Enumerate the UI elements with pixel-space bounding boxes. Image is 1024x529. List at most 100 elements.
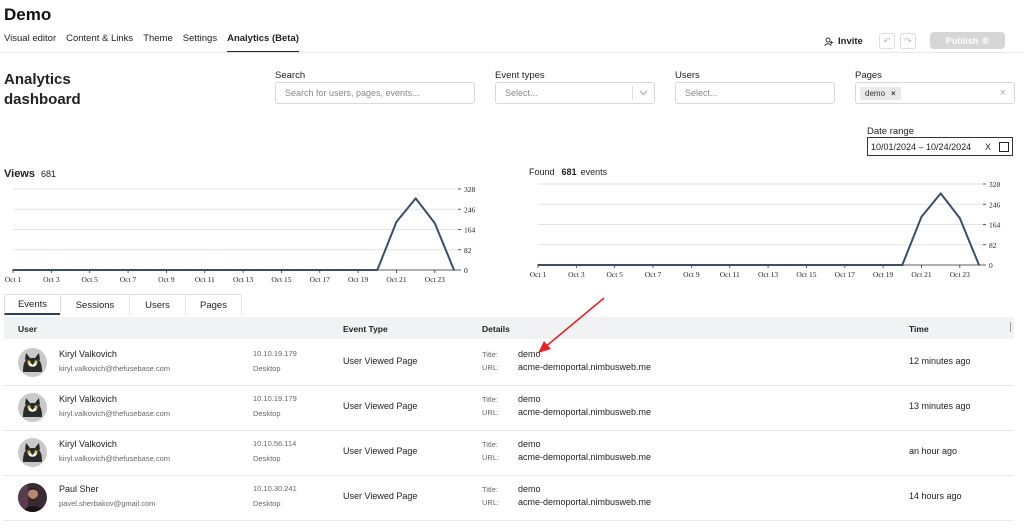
page-url-value[interactable]: acme-demoportal.nimbusweb.me <box>518 452 651 462</box>
x-tick-label: Oct 3 <box>43 275 60 284</box>
title-label: Title: <box>482 350 498 359</box>
data-point <box>786 264 789 266</box>
x-tick-label: Oct 13 <box>758 270 778 279</box>
tab-theme[interactable]: Theme <box>143 33 173 53</box>
data-point <box>824 264 827 266</box>
column-resize-handle[interactable] <box>1010 322 1011 332</box>
users-label: Users <box>675 70 700 81</box>
data-point <box>69 269 72 271</box>
page-url-value[interactable]: acme-demoportal.nimbusweb.me <box>518 407 651 417</box>
data-point <box>920 216 923 218</box>
user-add-icon <box>824 37 833 46</box>
data-point <box>261 269 264 271</box>
date-clear-button[interactable]: X <box>985 142 991 152</box>
date-range-label: Date range <box>867 126 915 137</box>
data-point <box>395 221 398 223</box>
data-point <box>203 269 206 271</box>
page-title-value: demo <box>518 439 541 449</box>
data-point <box>652 264 654 266</box>
ip-address: 10.10.30.241 <box>253 484 297 493</box>
data-point <box>31 269 33 271</box>
invite-label: Invite <box>838 36 863 47</box>
page-url-value[interactable]: acme-demoportal.nimbusweb.me <box>518 362 651 372</box>
data-point <box>556 264 558 266</box>
tab-settings[interactable]: Settings <box>183 33 217 53</box>
avatar-cat-icon <box>18 348 47 377</box>
x-tick-label: Oct 1 <box>530 270 547 279</box>
x-tick-label: Oct 5 <box>606 270 623 279</box>
tab-sessions-label: Sessions <box>75 299 115 311</box>
tab-users[interactable]: Users <box>129 294 186 315</box>
table-row[interactable]: Kiryl Valkovich kiryl.valkovich@thefuseba… <box>4 430 1014 476</box>
x-tick-label: Oct 21 <box>911 270 931 279</box>
data-point <box>299 269 302 271</box>
x-tick-label: Oct 13 <box>233 275 253 284</box>
date-range-input[interactable]: 10/01/2024 – 10/24/2024 X <box>867 137 1013 156</box>
title-label: Title: <box>482 440 498 449</box>
data-point <box>453 269 455 271</box>
tab-visual-editor[interactable]: Visual editor <box>4 33 56 53</box>
page-title-value: demo <box>518 484 541 494</box>
date-range-value: 10/01/2024 – 10/24/2024 <box>871 141 972 152</box>
event-types-select[interactable]: Select... <box>495 82 655 104</box>
data-point <box>376 269 379 271</box>
tab-pages[interactable]: Pages <box>185 294 242 315</box>
y-tick-label: 0 <box>989 261 993 270</box>
events-table-header: User Event Type Details Time <box>4 317 1014 339</box>
x-tick-label: Oct 9 <box>158 275 175 284</box>
data-point <box>12 269 14 271</box>
table-row[interactable]: Paul Sher pavel.sherbakov@gmail.com 10.10.… <box>4 475 1014 521</box>
tab-events-label: Events <box>17 298 48 310</box>
users-select[interactable]: Select... <box>675 82 835 104</box>
table-row[interactable]: Kiryl Valkovich kiryl.valkovich@thefuseba… <box>4 340 1014 386</box>
chevron-down-icon <box>639 90 648 96</box>
x-tick-label: Oct 11 <box>195 275 215 284</box>
search-input[interactable]: Search for users, pages, events... <box>275 82 475 104</box>
device-type: Desktop <box>253 499 281 508</box>
user-name: Paul Sher <box>59 484 99 494</box>
page-url-value[interactable]: acme-demoportal.nimbusweb.me <box>518 497 651 507</box>
pages-label: Pages <box>855 70 882 81</box>
event-type: User Viewed Page <box>343 491 418 501</box>
x-tick-label: Oct 7 <box>645 270 662 279</box>
ip-address: 10.10.19.179 <box>253 394 297 403</box>
data-point <box>357 269 359 271</box>
dashboard-title: Analytics dashboard <box>4 71 81 108</box>
tab-sessions[interactable]: Sessions <box>60 294 130 315</box>
views-chart: 0 82 164 246 328 Oct 1 Oct 3 Oct 5 Oct 7 Oct 9 Oct… <box>5 185 476 284</box>
undo-button[interactable]: ↶ <box>879 33 895 49</box>
data-point <box>767 264 769 266</box>
calendar-icon[interactable] <box>999 141 1009 152</box>
data-point <box>709 264 712 266</box>
avatar-cat-icon <box>18 438 47 467</box>
invite-button[interactable]: Invite <box>824 36 863 47</box>
clear-icon[interactable]: × <box>1000 87 1006 99</box>
pages-select[interactable]: demo × × <box>855 82 1015 104</box>
redo-button[interactable]: ↷ <box>900 33 916 49</box>
title-label: Title: <box>482 395 498 404</box>
event-time: 12 minutes ago <box>909 356 971 366</box>
events-chart: 0 82 164 246 328 Oct 1 Oct 3 Oct 5 Oct 7 Oct 9 Oct… <box>530 180 1001 279</box>
status-dot-icon <box>982 37 990 44</box>
data-point <box>594 264 597 266</box>
table-row[interactable]: Kiryl Valkovich kiryl.valkovich@thefuseba… <box>4 385 1014 431</box>
y-tick-label: 0 <box>464 266 468 275</box>
user-name: Kiryl Valkovich <box>59 349 117 359</box>
tab-analytics[interactable]: Analytics (Beta) <box>227 33 299 53</box>
chip-remove-icon[interactable]: × <box>891 89 896 98</box>
event-types-placeholder: Select... <box>505 88 538 98</box>
y-tick-label: 164 <box>464 226 476 235</box>
data-point <box>184 269 187 271</box>
x-tick-label: Oct 7 <box>120 275 137 284</box>
avatar-cat-icon <box>18 393 47 422</box>
tab-content-links[interactable]: Content & Links <box>66 33 133 53</box>
tab-events[interactable]: Events <box>4 294 61 315</box>
y-tick-label: 82 <box>464 246 472 255</box>
device-type: Desktop <box>253 454 281 463</box>
publish-button[interactable]: Publish <box>930 32 1005 49</box>
col-time: Time <box>909 324 929 334</box>
user-email: kiryl.valkovich@thefusebase.com <box>59 454 170 463</box>
views-title: Views <box>4 168 35 180</box>
url-label: URL: <box>482 408 500 417</box>
url-label: URL: <box>482 453 500 462</box>
